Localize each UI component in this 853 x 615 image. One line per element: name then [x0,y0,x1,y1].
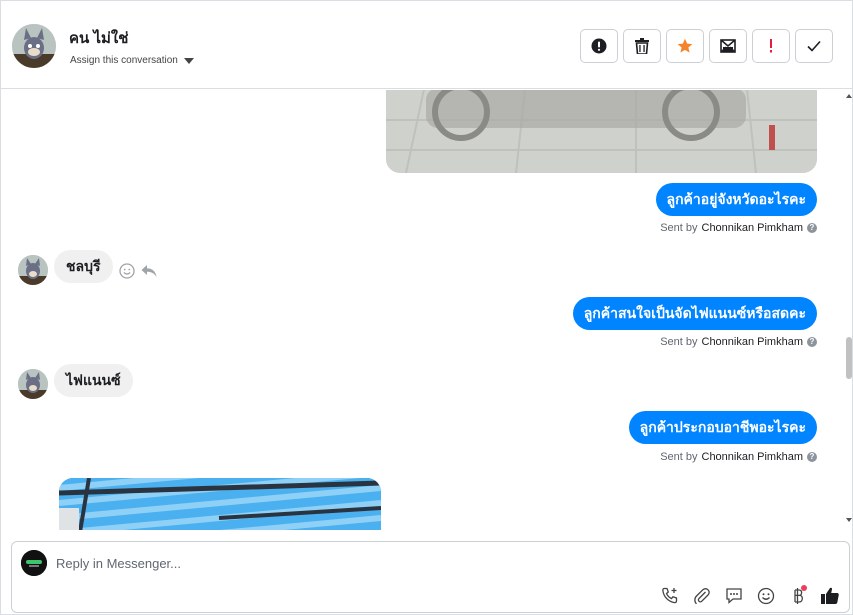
message-thread[interactable]: ลูกค้าอยู่จังหวัดอะไรคะ Sent by Chonnika… [1,90,844,530]
help-icon[interactable]: ? [807,452,817,462]
message-image-attachment[interactable] [386,90,817,173]
mark-spam-button[interactable] [580,29,618,63]
outgoing-message[interactable]: ลูกค้าสนใจเป็นจัดไฟแนนซ์หรือสดคะ [572,297,817,330]
smiley-icon [757,587,775,605]
saved-replies-button[interactable] [723,585,745,607]
composer-tools [659,585,841,607]
sent-by-info: Sent by Chonnikan Pimkham ? [660,451,817,463]
contact-avatar-small [18,369,48,399]
smiley-react-icon[interactable] [119,263,135,279]
sender-name: Chonnikan Pimkham [701,451,804,463]
call-button[interactable] [659,585,681,607]
exclamation-icon [770,39,772,53]
caret-down-icon [183,57,194,64]
sent-by-info: Sent by Chonnikan Pimkham ? [660,222,817,234]
delete-button[interactable] [623,29,661,63]
follow-up-button[interactable] [752,29,790,63]
help-icon[interactable]: ? [807,337,817,347]
contact-avatar[interactable] [12,24,56,68]
payment-button[interactable] [787,585,809,607]
scroll-thumb[interactable] [846,337,852,379]
exclamation-circle-icon [591,38,607,54]
sent-by-prefix: Sent by [660,451,698,463]
sender-name: Chonnikan Pimkham [701,336,804,348]
trash-icon [635,38,649,54]
conversation-actions [580,29,833,63]
outgoing-message[interactable]: ลูกค้าอยู่จังหวัดอะไรคะ [655,183,817,216]
assign-conversation-dropdown[interactable]: Assign this conversation [70,55,194,66]
envelope-icon [720,39,736,53]
sent-by-prefix: Sent by [660,336,698,348]
assign-label: Assign this conversation [70,55,178,66]
contact-avatar-small [18,255,48,285]
reply-composer [11,541,850,613]
mark-done-button[interactable] [795,29,833,63]
sent-by-info: Sent by Chonnikan Pimkham ? [660,336,817,348]
check-icon [807,40,821,52]
paperclip-icon [694,588,710,605]
message-image-attachment[interactable] [59,478,381,530]
like-button[interactable] [819,585,841,607]
chat-bubble-icon [726,588,742,604]
sent-by-prefix: Sent by [660,222,698,234]
page-avatar [21,550,47,576]
reply-arrow-icon[interactable] [141,264,157,278]
outgoing-message[interactable]: ลูกค้าประกอบอาชีพอะไรคะ [628,411,817,444]
star-icon [677,38,693,53]
message-scrollbar[interactable] [845,90,853,530]
thumbs-up-icon [821,587,839,604]
mark-unread-button[interactable] [709,29,747,63]
attach-button[interactable] [691,585,713,607]
conversation-header: คน ไม่ใช่ Assign this conversation [1,1,852,89]
contact-name: คน ไม่ใช่ [69,30,129,47]
sender-name: Chonnikan Pimkham [701,222,804,234]
emoji-button[interactable] [755,585,777,607]
scroll-down-arrow-icon[interactable] [846,518,852,522]
scroll-up-arrow-icon[interactable] [846,94,852,98]
incoming-message[interactable]: ชลบุรี [54,250,113,283]
incoming-message[interactable]: ไฟแนนซ์ [54,364,133,397]
message-actions [119,263,157,279]
star-button[interactable] [666,29,704,63]
notification-dot [801,585,807,591]
help-icon[interactable]: ? [807,223,817,233]
phone-plus-icon [662,587,678,604]
reply-input[interactable] [56,551,616,575]
